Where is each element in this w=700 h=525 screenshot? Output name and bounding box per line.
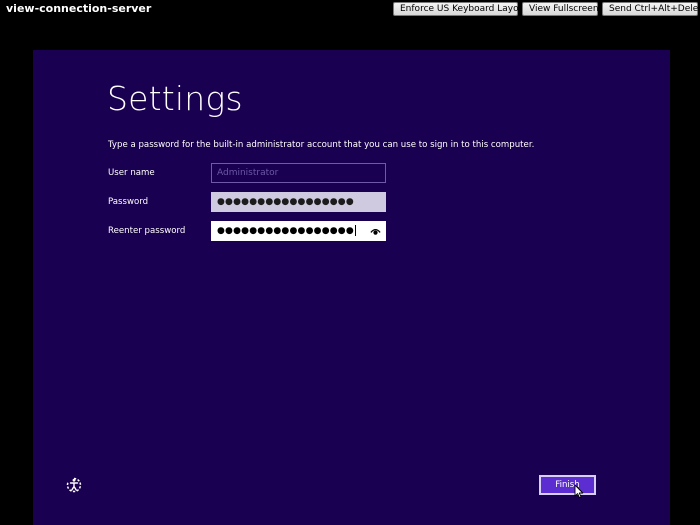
page-title: Settings <box>107 79 243 118</box>
eye-icon[interactable] <box>370 226 381 237</box>
view-fullscreen-button[interactable]: View Fullscreen <box>522 2 599 16</box>
console-title: view-connection-server <box>6 2 152 15</box>
instruction-text: Type a password for the built-in adminis… <box>108 140 535 150</box>
send-ctrl-alt-delete-button[interactable]: Send Ctrl+Alt+Delete <box>602 2 700 16</box>
user-name-label: User name <box>108 168 155 178</box>
enforce-keyboard-layout-button[interactable]: Enforce US Keyboard Layout <box>393 2 528 16</box>
reenter-password-input[interactable]: ●●●●●●●●●●●●●●●●● <box>211 221 386 241</box>
vm-console-window: view-connection-server Enforce US Keyboa… <box>0 0 700 525</box>
finish-button[interactable]: Finish <box>539 475 596 495</box>
windows-setup-screen: Settings Type a password for the built-i… <box>33 50 670 525</box>
password-input[interactable]: ●●●●●●●●●●●●●●●●● <box>211 192 386 212</box>
reenter-password-value: ●●●●●●●●●●●●●●●●● <box>217 226 354 236</box>
mouse-cursor-icon <box>574 484 584 499</box>
text-caret <box>354 225 356 236</box>
password-value: ●●●●●●●●●●●●●●●●● <box>217 197 354 207</box>
user-name-input[interactable]: Administrator <box>211 163 386 183</box>
ease-of-access-icon[interactable] <box>65 476 83 494</box>
password-label: Password <box>108 197 149 207</box>
reenter-password-label: Reenter password <box>108 226 186 236</box>
